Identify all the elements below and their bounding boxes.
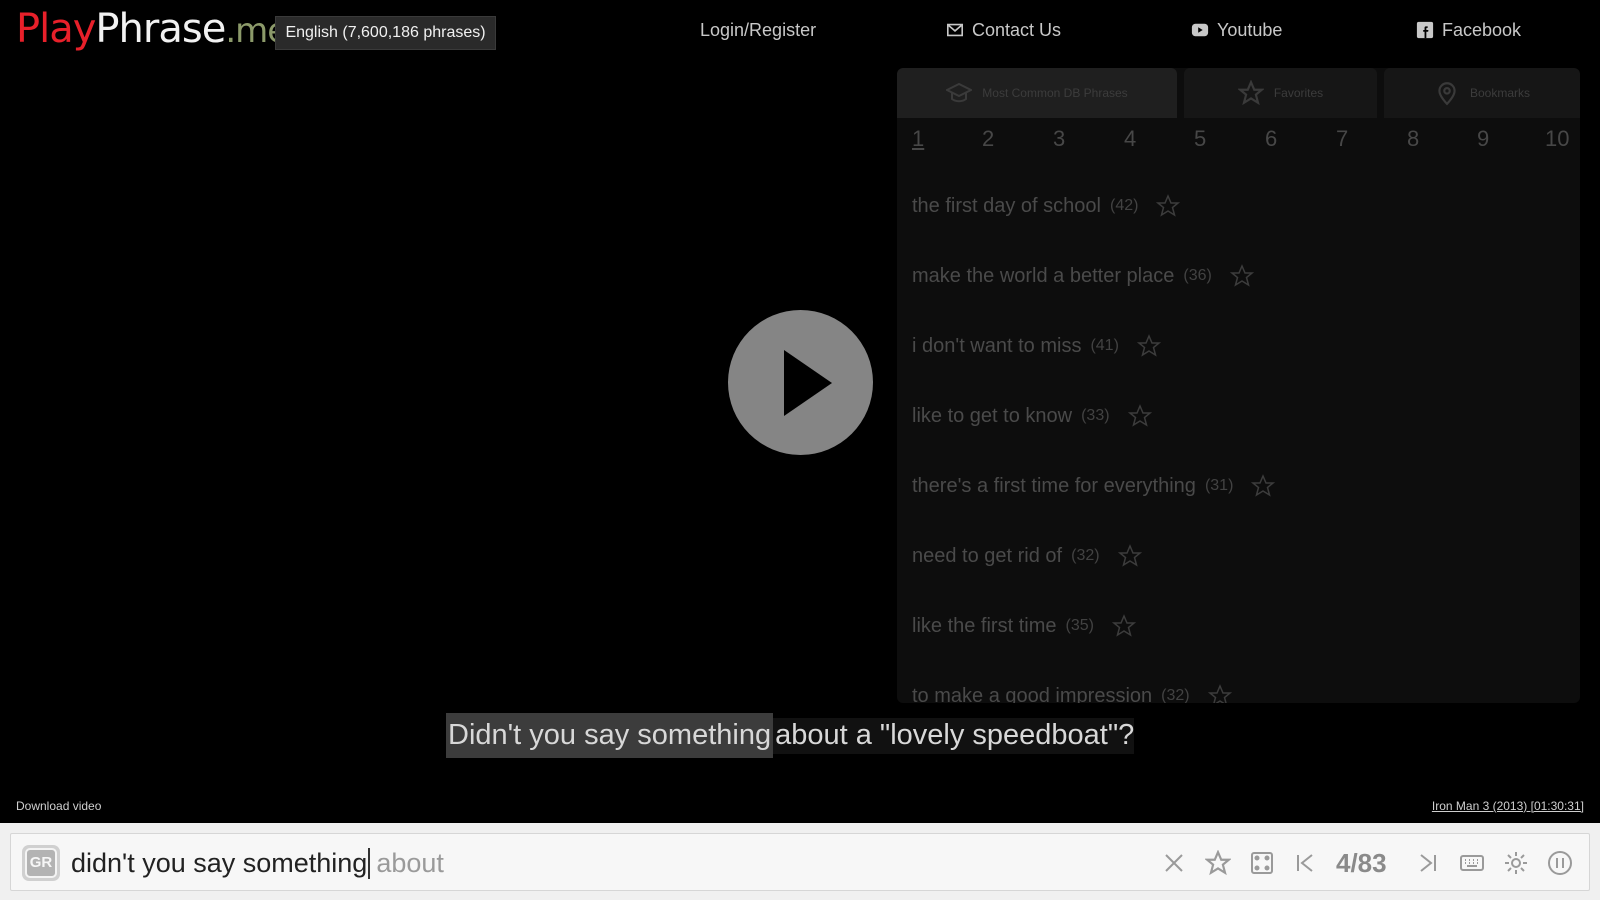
phrase-item[interactable]: to make a good impression (32) (912, 681, 1232, 703)
phrase-text[interactable]: make the world a better place (912, 265, 1174, 288)
close-icon (1165, 854, 1183, 872)
skip-previous-icon (1297, 854, 1313, 872)
phrase-count: (35) (1065, 617, 1094, 634)
star-icon (1205, 850, 1231, 876)
login-register-link[interactable]: Login/Register (700, 18, 816, 42)
page-1[interactable]: 1 (912, 126, 924, 152)
search-query[interactable]: didn't you say something about (71, 846, 444, 880)
page-numbers: 1 2 3 4 5 6 7 8 9 10 (897, 126, 1580, 156)
tab-favorites-label: Favorites (1273, 86, 1324, 100)
subtitle-rest: about a "lovely speedboat"? (773, 717, 1135, 754)
phrase-text[interactable]: like to get to know (912, 405, 1072, 428)
pause-button[interactable] (1545, 848, 1575, 878)
page-3[interactable]: 3 (1053, 126, 1065, 152)
tab-most-common-label: Most Common DB Phrases (982, 86, 1128, 100)
star-icon (1237, 80, 1264, 106)
phrase-item[interactable]: need to get rid of (32) (912, 541, 1142, 571)
page-6[interactable]: 6 (1265, 126, 1277, 152)
star-icon[interactable] (1117, 544, 1142, 568)
keyboard-icon (1460, 855, 1484, 871)
dice-icon (1251, 852, 1273, 874)
phrase-count: (32) (1071, 547, 1100, 564)
phrase-item[interactable]: like the first time (35) (912, 611, 1137, 641)
youtube-icon (1191, 23, 1209, 37)
search-input[interactable]: GR didn't you say something about 4/83 (10, 833, 1590, 891)
tab-bookmarks-label: Bookmarks (1469, 86, 1531, 100)
page-4[interactable]: 4 (1124, 126, 1136, 152)
youtube-link[interactable]: Youtube (1191, 18, 1282, 42)
phrase-item[interactable]: make the world a better place (36) (912, 261, 1254, 291)
tab-favorites[interactable]: Favorites (1184, 68, 1377, 118)
phrase-count: (33) (1081, 407, 1110, 424)
subtitle: Didn't you say something about a "lovely… (446, 713, 1135, 758)
facebook-label: Facebook (1442, 19, 1522, 40)
tab-bookmarks[interactable]: Bookmarks (1384, 68, 1580, 118)
facebook-link[interactable]: Facebook (1416, 18, 1521, 42)
clear-button[interactable] (1159, 848, 1189, 878)
page-9[interactable]: 9 (1477, 126, 1489, 152)
phrase-count: (31) (1204, 477, 1234, 494)
play-icon (784, 350, 832, 416)
search-suggestion[interactable]: about (376, 848, 444, 879)
phrase-text[interactable]: to make a good impression (912, 685, 1152, 704)
page-8[interactable]: 8 (1407, 126, 1419, 152)
envelope-icon (946, 23, 964, 37)
grammar-button[interactable]: GR (22, 845, 60, 881)
pause-icon (1548, 851, 1572, 875)
tab-most-common[interactable]: Most Common DB Phrases (897, 68, 1177, 118)
star-icon[interactable] (1127, 404, 1152, 428)
phrase-item[interactable]: the first day of school (42) (912, 191, 1181, 221)
random-button[interactable] (1247, 848, 1277, 878)
phrase-text[interactable]: there's a first time for everything (912, 475, 1196, 498)
phrase-count: (32) (1161, 687, 1190, 703)
star-icon[interactable] (1156, 194, 1181, 218)
page-5[interactable]: 5 (1194, 126, 1206, 152)
contact-us-label: Contact Us (972, 19, 1062, 40)
phrase-item[interactable]: like to get to know (33) (912, 401, 1152, 431)
phrase-count: (41) (1090, 337, 1119, 354)
star-icon[interactable] (1111, 614, 1137, 638)
page-10[interactable]: 10 (1545, 126, 1569, 152)
search-typed-text[interactable]: didn't you say something (71, 847, 371, 879)
play-button[interactable] (728, 310, 873, 455)
phrase-item[interactable]: there's a first time for everything (31) (912, 471, 1276, 501)
phrase-text[interactable]: the first day of school (912, 195, 1101, 218)
movie-source-link[interactable]: Iron Man 3 (2013) [01:30:31] (1432, 799, 1584, 813)
logo-phrase: Phrase (95, 6, 226, 52)
phrase-text[interactable]: i don't want to miss (912, 335, 1081, 358)
logo-play: Play (16, 6, 96, 52)
map-pin-icon (1438, 82, 1456, 106)
star-icon[interactable] (1251, 474, 1276, 498)
grammar-label: GR (25, 848, 57, 878)
search-bar: GR didn't you say something about 4/83 (0, 823, 1600, 900)
graduation-cap-icon (946, 82, 973, 103)
gear-icon (1505, 852, 1527, 874)
star-icon[interactable] (1207, 684, 1232, 703)
previous-button[interactable] (1290, 848, 1320, 878)
result-counter: 4/83 (1336, 847, 1387, 878)
phrase-count: (36) (1183, 267, 1212, 284)
settings-button[interactable] (1501, 848, 1531, 878)
favorite-button[interactable] (1203, 848, 1233, 878)
next-button[interactable] (1413, 848, 1443, 878)
login-register-label: Login/Register (700, 19, 817, 40)
language-selector-button[interactable]: English (7,600,186 phrases) (275, 16, 496, 50)
phrase-panel: Most Common DB Phrases Favorites Bookmar… (897, 68, 1580, 703)
star-icon[interactable] (1229, 264, 1254, 288)
phrase-text[interactable]: like the first time (912, 615, 1056, 638)
page-7[interactable]: 7 (1336, 126, 1348, 152)
phrase-item[interactable]: i don't want to miss (41) (912, 331, 1162, 361)
phrase-text[interactable]: need to get rid of (912, 545, 1062, 568)
skip-next-icon (1420, 854, 1436, 872)
page-2[interactable]: 2 (982, 126, 994, 152)
subtitle-highlight: Didn't you say something (446, 713, 774, 758)
phrase-count: (42) (1109, 197, 1139, 214)
keyboard-button[interactable] (1457, 848, 1487, 878)
download-video-link[interactable]: Download video (16, 799, 101, 813)
contact-us-link[interactable]: Contact Us (946, 18, 1061, 42)
youtube-label: Youtube (1217, 19, 1283, 40)
facebook-icon (1416, 21, 1434, 39)
star-icon[interactable] (1136, 334, 1162, 358)
logo[interactable]: Play Phrase .me (16, 6, 288, 58)
